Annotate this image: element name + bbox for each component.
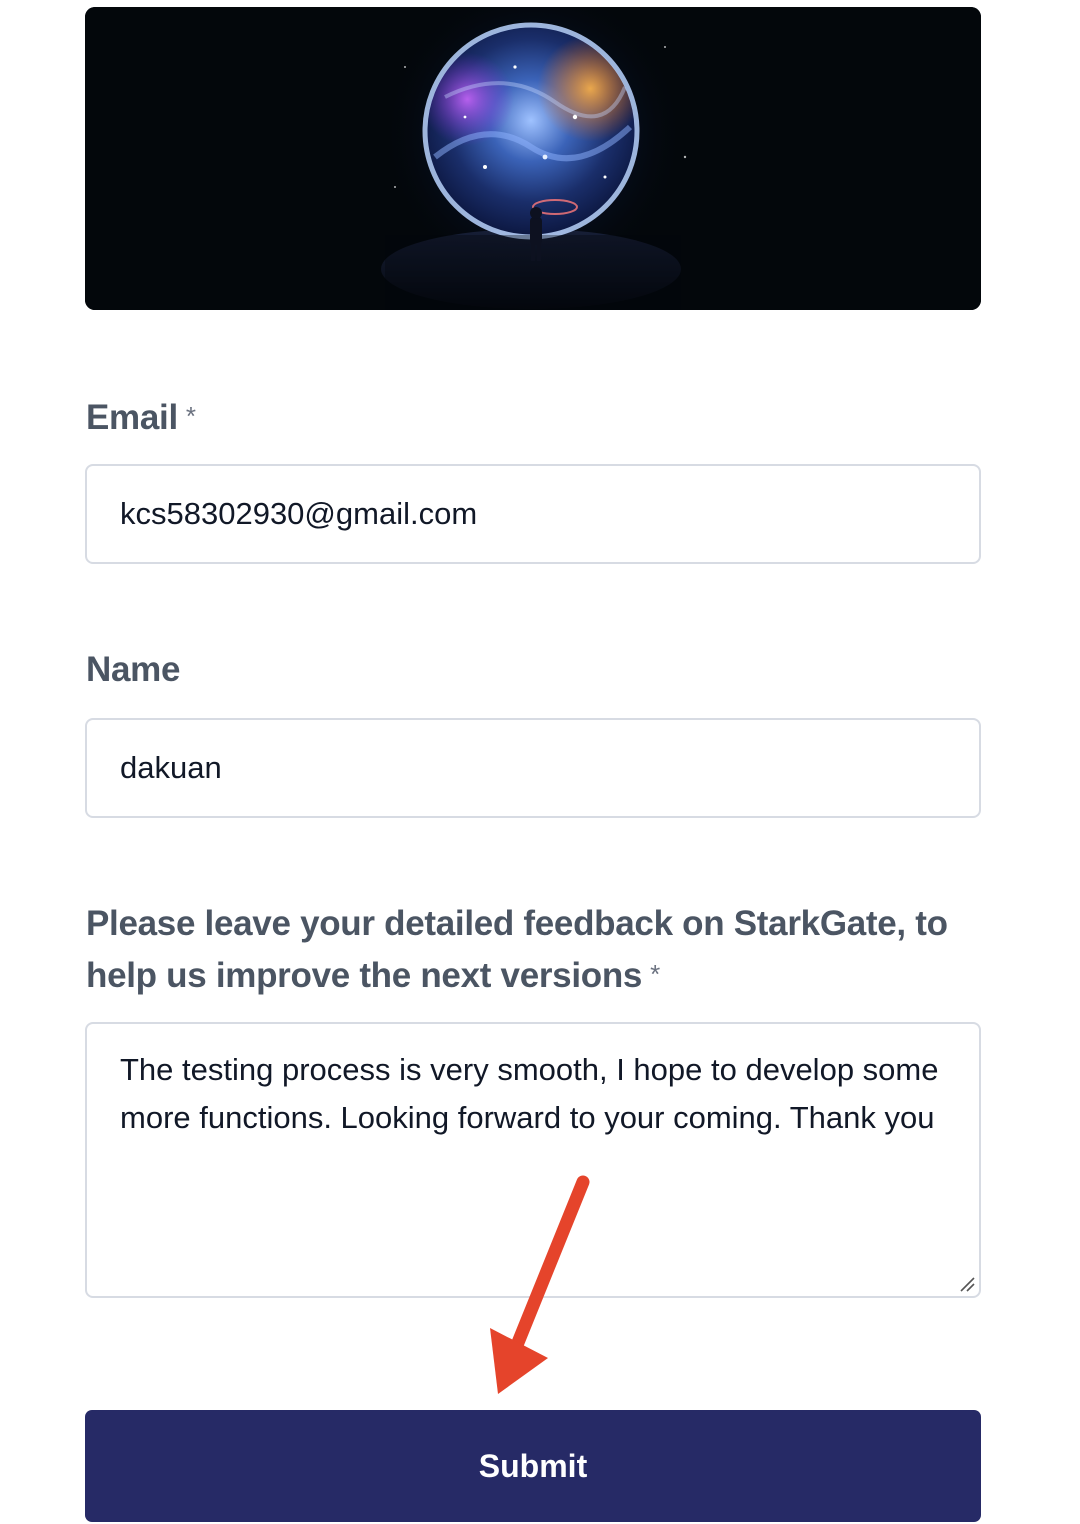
submit-button-label: Submit — [478, 1447, 588, 1484]
email-required-mark: * — [185, 401, 196, 431]
header-banner-image — [85, 7, 981, 310]
feedback-textarea-value: The testing process is very smooth, I ho… — [120, 1052, 939, 1135]
email-label-text: Email — [86, 398, 178, 437]
name-label: Name — [86, 645, 180, 695]
name-label-text: Name — [86, 650, 181, 689]
submit-button[interactable]: Submit — [85, 1410, 981, 1522]
email-input-value: kcs58302930@gmail.com — [120, 496, 478, 531]
name-input-value: dakuan — [120, 750, 222, 785]
red-arrow-pointing-down-icon — [490, 1175, 590, 1394]
feedback-required-mark: * — [650, 959, 660, 989]
feedback-label: Please leave your detailed feedback on S… — [86, 899, 966, 1001]
email-input[interactable]: kcs58302930@gmail.com — [85, 464, 981, 564]
email-label: Email * — [86, 391, 196, 443]
feedback-label-text: Please leave your detailed feedback on S… — [86, 904, 948, 995]
name-input[interactable]: dakuan — [85, 718, 981, 818]
resize-handle-icon[interactable] — [958, 1275, 976, 1293]
